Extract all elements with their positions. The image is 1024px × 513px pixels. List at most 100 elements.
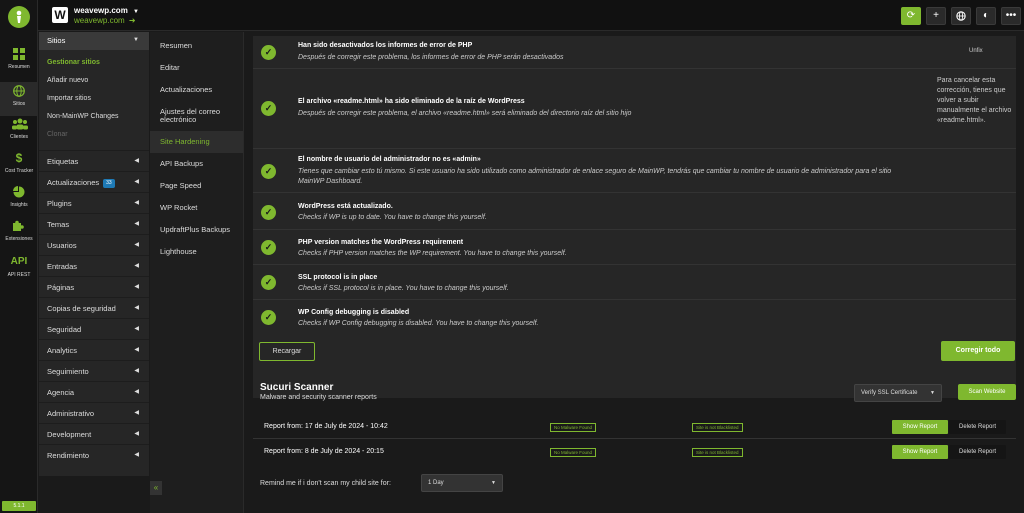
api-icon: API (10, 256, 28, 267)
users-icon (12, 118, 28, 130)
site-title: weavewp.com (74, 6, 128, 15)
menu-importar-sitios[interactable]: Importar sitios (39, 90, 149, 108)
row-description: Después de corregir este problema, el ar… (298, 110, 632, 117)
reload-button[interactable]: Recargar (259, 342, 315, 361)
check-icon: ✓ (261, 205, 276, 220)
menu-group-p-ginas[interactable]: Páginas ◀ (39, 276, 149, 297)
remind-interval-select[interactable]: 1 Day ▼ (421, 474, 503, 492)
nav-extensiones[interactable]: Extensiones (0, 220, 38, 252)
nav-label: API REST (7, 272, 31, 278)
caret-left-icon: ◀ (134, 452, 139, 458)
row-description: Tienes que cambiar esto tú mismo. Si est… (298, 168, 892, 185)
theme-button[interactable]: ◐ (976, 7, 996, 25)
menu-group-rendimiento[interactable]: Rendimiento ◀ (39, 444, 149, 465)
submenu-actualizaciones[interactable]: Actualizaciones (150, 79, 243, 101)
show-report-button[interactable]: Show Report (892, 420, 948, 434)
menu-group-label: Entradas (47, 262, 78, 271)
chevron-down-icon: ▼ (133, 9, 139, 15)
version-badge: 5.1.1 (2, 501, 36, 511)
check-icon: ✓ (261, 310, 276, 325)
sync-icon: ⟳ (906, 10, 916, 21)
caret-left-icon: ◀ (134, 263, 139, 269)
menu-header-sitios[interactable]: Sitios ▼ (39, 32, 149, 50)
collapse-menu-button[interactable]: « (150, 481, 162, 495)
menu-group-seguimiento[interactable]: Seguimiento ◀ (39, 360, 149, 381)
menu-group-label: Seguimiento (47, 367, 89, 376)
hardening-row: ✓ Han sido desactivados los informes de … (253, 36, 1016, 69)
caret-left-icon: ◀ (134, 431, 139, 437)
menu-group-plugins[interactable]: Plugins ◀ (39, 192, 149, 213)
nav-resumen[interactable]: Resumen (0, 48, 38, 80)
menu-group-etiquetas[interactable]: Etiquetas ◀ (39, 150, 149, 171)
delete-report-button[interactable]: Delete Report (949, 420, 1006, 434)
plus-icon: + (933, 10, 939, 21)
more-button[interactable]: ••• (1001, 7, 1021, 25)
ssl-verify-select[interactable]: Verify SSL Certificate ▼ (854, 384, 942, 402)
check-icon: ✓ (261, 275, 276, 290)
globe-button[interactable] (951, 7, 971, 25)
menu-group-agencia[interactable]: Agencia ◀ (39, 381, 149, 402)
caret-left-icon: ◀ (134, 179, 139, 185)
delete-report-button[interactable]: Delete Report (949, 445, 1006, 459)
hardening-row: ✓ WP Config debugging is disabled Checks… (253, 300, 1016, 334)
unfix-link[interactable]: Unfix (969, 46, 983, 56)
menu-group-administrativo[interactable]: Administrativo ◀ (39, 402, 149, 423)
menu-anadir-nuevo[interactable]: Añadir nuevo (39, 72, 149, 90)
menu-group-development[interactable]: Development ◀ (39, 423, 149, 444)
menu-group-analytics[interactable]: Analytics ◀ (39, 339, 149, 360)
menu-group-entradas[interactable]: Entradas ◀ (39, 255, 149, 276)
scan-website-button[interactable]: Scan Website (958, 384, 1016, 400)
malware-status-badge: No Malware Found (550, 448, 597, 457)
menu-non-mainwp-changes[interactable]: Non-MainWP Changes (39, 108, 149, 126)
menu-clonar[interactable]: Clonar (39, 126, 149, 144)
malware-status-badge: No Malware Found (550, 423, 597, 432)
nav-api-rest[interactable]: API API REST (0, 256, 38, 288)
check-icon: ✓ (261, 164, 276, 179)
mainwp-logo-icon[interactable] (8, 6, 30, 28)
submenu-updraftplus[interactable]: UpdraftPlus Backups (150, 219, 243, 241)
submenu-ajustes-correo[interactable]: Ajustes del correo electrónico (150, 101, 243, 131)
menu-gestionar-sitios[interactable]: Gestionar sitios (39, 54, 149, 72)
nav-label: Sitios (12, 101, 26, 107)
sites-menu: Sitios ▼ Gestionar sitios Añadir nuevo I… (39, 32, 149, 476)
nav-label: Insights (10, 202, 28, 208)
submenu-page-speed[interactable]: Page Speed (150, 175, 243, 197)
caret-left-icon: ◀ (134, 368, 139, 374)
palette-icon: ◐ (982, 10, 990, 21)
site-hardening-panel: ✓ Han sido desactivados los informes de … (253, 36, 1016, 398)
top-bar: W weavewp.com ▼ weavewp.com ➜ ⟳ + ◐ ••• (38, 0, 1024, 31)
submenu-api-backups[interactable]: API Backups (150, 153, 243, 175)
icon-sidebar: Resumen Sitios Clientes $ Cost Tracker I… (0, 0, 38, 513)
site-link[interactable]: weavewp.com ➜ (74, 16, 136, 25)
caret-left-icon: ◀ (134, 200, 139, 206)
submenu-editar[interactable]: Editar (150, 57, 243, 79)
menu-group-label: Etiquetas (47, 157, 79, 166)
add-button[interactable]: + (926, 7, 946, 25)
submenu-site-hardening[interactable]: Site Hardening (150, 131, 243, 153)
nav-cost-tracker[interactable]: $ Cost Tracker (0, 152, 38, 184)
row-title: WP Config debugging is disabled (298, 309, 410, 316)
fix-all-button[interactable]: Corregir todo (941, 341, 1015, 361)
sucuri-title: Sucuri Scanner (260, 382, 334, 393)
caret-down-icon: ▼ (133, 37, 139, 43)
menu-header-label: Sitios (47, 36, 66, 45)
submenu-resumen[interactable]: Resumen (150, 35, 243, 57)
menu-group-label: Plugins (47, 199, 72, 208)
submenu-lighthouse[interactable]: Lighthouse (150, 241, 243, 263)
caret-left-icon: ◀ (134, 347, 139, 353)
menu-group-copias-de-seguridad[interactable]: Copias de seguridad ◀ (39, 297, 149, 318)
site-selector[interactable]: weavewp.com ▼ (74, 6, 139, 15)
menu-group-temas[interactable]: Temas ◀ (39, 213, 149, 234)
show-report-button[interactable]: Show Report (892, 445, 948, 459)
menu-group-usuarios[interactable]: Usuarios ◀ (39, 234, 149, 255)
menu-group-seguridad[interactable]: Seguridad ◀ (39, 318, 149, 339)
nav-clientes[interactable]: Clientes (0, 118, 38, 150)
submenu-wp-rocket[interactable]: WP Rocket (150, 197, 243, 219)
menu-group-actualizaciones[interactable]: Actualizaciones 33 ◀ (39, 171, 149, 192)
nav-sitios[interactable]: Sitios (0, 82, 38, 116)
nav-insights[interactable]: Insights (0, 186, 38, 218)
report-row: Report from: 17 de July de 2024 - 10:42 … (253, 414, 1016, 439)
row-description: Checks if WP is up to date. You have to … (298, 214, 487, 221)
menu-group-label: Administrativo (47, 409, 95, 418)
sync-button[interactable]: ⟳ (901, 7, 921, 25)
